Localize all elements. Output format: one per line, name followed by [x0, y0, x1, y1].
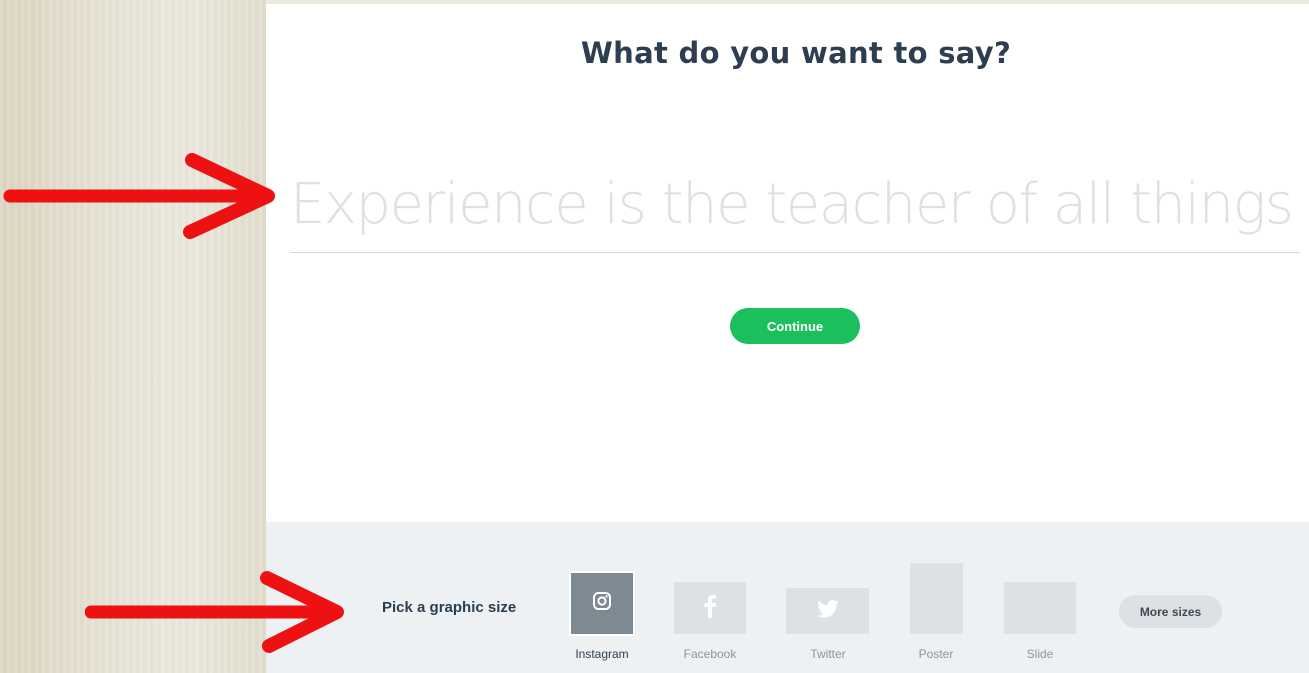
more-sizes-button[interactable]: More sizes [1119, 595, 1222, 628]
red-arrow-icon [85, 571, 344, 653]
main-panel [266, 4, 1309, 522]
size-label-poster: Poster [918, 647, 954, 661]
facebook-tile[interactable] [674, 582, 746, 634]
facebook-icon [703, 594, 717, 623]
twitter-icon [816, 599, 839, 623]
phrase-underline [290, 252, 1300, 253]
pick-size-label: Pick a graphic size [382, 599, 517, 616]
slide-tile[interactable] [1004, 582, 1076, 634]
phrase-input[interactable] [290, 164, 1300, 244]
red-arrow-icon [3, 153, 275, 239]
twitter-tile[interactable] [786, 588, 869, 634]
size-label-instagram: Instagram [575, 647, 629, 661]
instagram-tile[interactable] [569, 571, 635, 636]
size-label-slide: Slide [1026, 647, 1054, 661]
poster-tile[interactable] [910, 563, 963, 634]
size-label-facebook: Facebook [683, 647, 737, 661]
instagram-icon [592, 591, 612, 616]
continue-button[interactable]: Continue [730, 308, 860, 344]
page-title: What do you want to say? [580, 36, 1012, 70]
size-label-twitter: Twitter [810, 647, 846, 661]
